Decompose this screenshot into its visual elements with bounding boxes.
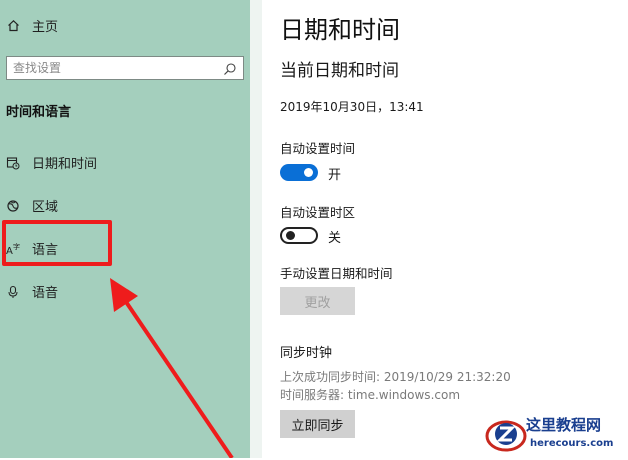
toggle-knob: [286, 231, 295, 240]
manual-datetime-label: 手动设置日期和时间: [280, 266, 393, 281]
sidebar-item-label: 主页: [32, 20, 59, 35]
globe-icon: [6, 199, 20, 213]
calendar-clock-icon: [6, 156, 20, 170]
sidebar-item-label: 语音: [32, 286, 59, 301]
auto-time-label: 自动设置时间: [280, 141, 356, 156]
auto-time-toggle[interactable]: [280, 164, 318, 181]
home-icon: [6, 19, 20, 33]
change-button[interactable]: 更改: [280, 287, 355, 315]
search-box[interactable]: [6, 56, 244, 80]
search-icon[interactable]: [223, 61, 237, 75]
auto-timezone-state: 关: [328, 231, 342, 246]
sidebar-item-datetime[interactable]: 日期和时间: [6, 153, 97, 172]
page-title: 日期和时间: [280, 16, 400, 44]
watermark-title: 这里教程网: [526, 416, 602, 434]
sidebar-item-home[interactable]: 主页: [6, 16, 58, 35]
watermark-url: herecours.com: [530, 438, 614, 449]
section-subtitle: 当前日期和时间: [280, 61, 399, 81]
auto-timezone-label: 自动设置时区: [280, 205, 356, 220]
main-content: 日期和时间 当前日期和时间 2019年10月30日，13:41 自动设置时间 开…: [262, 0, 628, 458]
sync-now-button[interactable]: 立即同步: [280, 410, 355, 438]
time-server: 时间服务器: time.windows.com: [280, 388, 461, 402]
sidebar-item-label: 日期和时间: [32, 157, 98, 172]
sidebar-item-region[interactable]: 区域: [6, 196, 58, 215]
highlight-box: [2, 220, 112, 266]
last-sync-time: 上次成功同步时间: 2019/10/29 21:32:20: [280, 370, 511, 384]
watermark: 这里教程网 herecours.com: [484, 412, 628, 458]
auto-time-state: 开: [328, 168, 342, 183]
current-datetime: 2019年10月30日，13:41: [280, 100, 424, 114]
pane-divider: [250, 0, 262, 458]
watermark-logo-icon: [485, 420, 527, 452]
section-title: 时间和语言: [6, 105, 72, 120]
toggle-knob: [304, 168, 313, 177]
auto-timezone-toggle[interactable]: [280, 227, 318, 244]
microphone-icon: [6, 285, 20, 299]
sidebar-item-label: 区域: [32, 200, 59, 215]
search-input[interactable]: [7, 57, 213, 79]
sync-title: 同步时钟: [280, 346, 333, 361]
sidebar-item-speech[interactable]: 语音: [6, 282, 58, 301]
